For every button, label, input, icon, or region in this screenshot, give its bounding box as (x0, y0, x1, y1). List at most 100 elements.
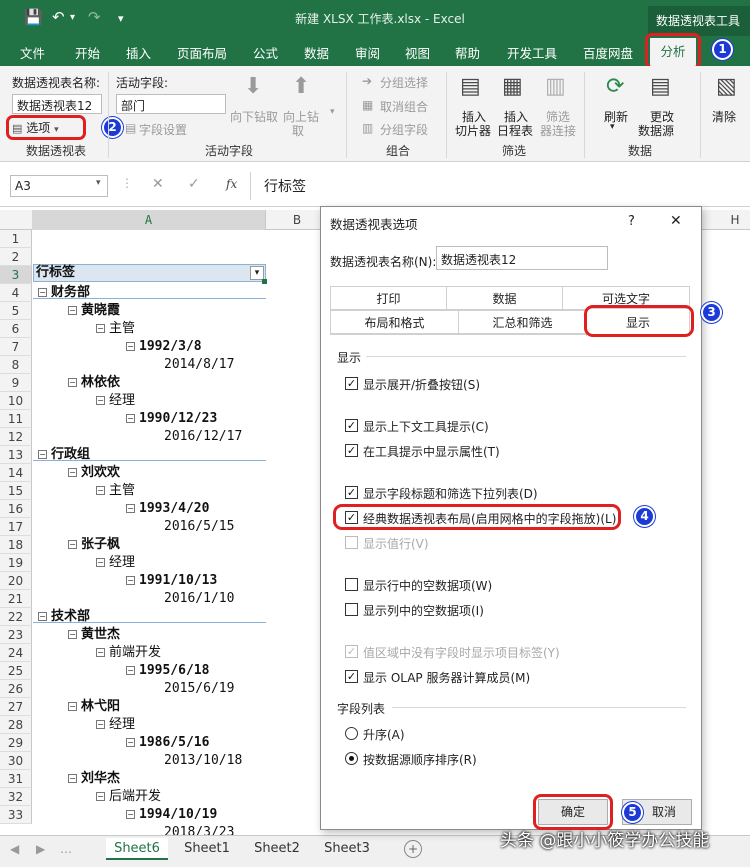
row-header[interactable]: 3 (0, 266, 32, 284)
row-header[interactable]: 25 (0, 662, 32, 680)
collapse-toggle-icon[interactable]: − (38, 612, 47, 621)
group-field-button[interactable]: 分组字段 (380, 121, 428, 138)
ungroup-button[interactable]: 取消组合 (380, 98, 428, 115)
pivot-cell[interactable]: − 主管 (96, 482, 135, 500)
name-box[interactable]: A3 (10, 175, 108, 197)
clear-button[interactable]: 清除 (712, 108, 736, 125)
option-checkbox[interactable]: ✓ (345, 670, 358, 683)
row-header[interactable]: 32 (0, 788, 32, 806)
pivot-cell[interactable]: − 经理 (96, 716, 135, 734)
pivot-cell[interactable]: 2014/8/17 (164, 356, 234, 374)
collapse-toggle-icon[interactable]: − (68, 378, 77, 387)
option-checkbox[interactable]: ✓ (345, 486, 358, 499)
collapse-toggle-icon[interactable]: − (68, 468, 77, 477)
pivot-cell[interactable]: 2016/5/15 (164, 518, 234, 536)
row-header[interactable]: 27 (0, 698, 32, 716)
collapse-field-icon[interactable]: ▾ (330, 107, 335, 117)
collapse-toggle-icon[interactable]: − (126, 810, 135, 819)
row-header[interactable]: 11 (0, 410, 32, 428)
confirm-formula-icon[interactable]: ✓ (188, 176, 200, 192)
row-header[interactable]: 26 (0, 680, 32, 698)
row-header[interactable]: 8 (0, 356, 32, 374)
row-header[interactable]: 9 (0, 374, 32, 392)
pivot-cell[interactable]: −1990/12/23 (126, 410, 217, 428)
collapse-toggle-icon[interactable]: − (38, 450, 47, 459)
row-header[interactable]: 15 (0, 482, 32, 500)
row-header[interactable]: 24 (0, 644, 32, 662)
collapse-toggle-icon[interactable]: − (96, 558, 105, 567)
row-header[interactable]: 14 (0, 464, 32, 482)
row-header[interactable]: 13 (0, 446, 32, 464)
column-header-a[interactable]: A (32, 210, 266, 230)
collapse-toggle-icon[interactable]: − (126, 342, 135, 351)
option-checkbox[interactable]: ✓ (345, 377, 358, 390)
pivot-cell[interactable]: −1993/4/20 (126, 500, 209, 518)
row-header[interactable]: 28 (0, 716, 32, 734)
row-header[interactable]: 7 (0, 338, 32, 356)
row-header[interactable]: 20 (0, 572, 32, 590)
collapse-toggle-icon[interactable]: − (96, 792, 105, 801)
tab-data[interactable]: 数据 (446, 286, 562, 310)
option-checkbox[interactable] (345, 603, 358, 616)
next-sheet-icon[interactable]: ▶ (36, 842, 45, 856)
pivot-cell[interactable]: − 林弋阳 (68, 698, 120, 716)
collapse-toggle-icon[interactable]: − (126, 576, 135, 585)
pivot-cell[interactable]: 2013/10/18 (164, 752, 242, 770)
quick-access-more-icon[interactable]: ▾ (118, 12, 124, 25)
row-header[interactable]: 21 (0, 590, 32, 608)
filter-dropdown-icon[interactable]: ▾ (250, 266, 264, 280)
collapse-toggle-icon[interactable]: − (126, 738, 135, 747)
drill-down-button[interactable]: 向下钻取 (230, 108, 278, 125)
pivot-cell[interactable]: −1991/10/13 (126, 572, 217, 590)
row-header[interactable]: 5 (0, 302, 32, 320)
tab-formulas[interactable]: 公式 (253, 43, 278, 62)
row-header[interactable]: 23 (0, 626, 32, 644)
close-icon[interactable]: ✕ (670, 213, 682, 229)
tab-developer[interactable]: 开发工具 (507, 43, 557, 62)
row-header[interactable]: 6 (0, 320, 32, 338)
field-settings-button[interactable]: 字段设置 (139, 121, 187, 138)
row-header[interactable]: 17 (0, 518, 32, 536)
row-header[interactable]: 22 (0, 608, 32, 626)
undo-icon[interactable]: ↶ (52, 8, 65, 26)
collapse-toggle-icon[interactable]: − (126, 666, 135, 675)
pivot-cell[interactable]: − 刘华杰 (68, 770, 120, 788)
collapse-toggle-icon[interactable]: − (96, 648, 105, 657)
refresh-dropdown-icon[interactable]: ▾ (610, 122, 615, 132)
add-sheet-icon[interactable]: + (404, 840, 422, 858)
row-header[interactable]: 30 (0, 752, 32, 770)
prev-sheet-icon[interactable]: ◀ (10, 842, 19, 856)
row-header[interactable]: 2 (0, 248, 32, 266)
pivot-cell[interactable]: − 主管 (96, 320, 135, 338)
column-header-b[interactable]: B (267, 210, 327, 230)
collapse-toggle-icon[interactable]: − (68, 630, 77, 639)
pivot-cell[interactable]: − 经理 (96, 392, 135, 410)
radio-ascending[interactable] (345, 727, 358, 740)
redo-icon[interactable]: ↷ (88, 8, 101, 26)
pivot-cell[interactable]: − 经理 (96, 554, 135, 572)
sheet-tab-sheet3[interactable]: Sheet3 (316, 838, 378, 860)
name-box-dropdown-icon[interactable]: ▾ (96, 178, 101, 188)
collapse-toggle-icon[interactable]: − (96, 720, 105, 729)
tab-insert[interactable]: 插入 (126, 43, 151, 62)
formula-input[interactable]: 行标签 (264, 176, 306, 196)
pivot-cell[interactable]: − 前端开发 (96, 644, 161, 662)
tab-review[interactable]: 审阅 (355, 43, 380, 62)
pivot-cell[interactable]: − 张子枫 (68, 536, 120, 554)
collapse-toggle-icon[interactable]: − (96, 486, 105, 495)
column-header-h[interactable]: H (725, 210, 745, 230)
tab-home[interactable]: 开始 (75, 43, 100, 62)
sheet-tab-sheet6[interactable]: Sheet6 (106, 838, 168, 860)
group-selection-button[interactable]: 分组选择 (380, 74, 428, 91)
fill-handle[interactable] (262, 279, 267, 284)
pivot-cell[interactable]: −1994/10/19 (126, 806, 217, 824)
pivot-name-input[interactable]: 数据透视表12 (12, 94, 102, 114)
option-checkbox[interactable]: ✓ (345, 645, 358, 658)
tab-help[interactable]: 帮助 (455, 43, 480, 62)
tab-totals-filters[interactable]: 汇总和筛选 (458, 310, 586, 334)
row-header[interactable]: 31 (0, 770, 32, 788)
pivot-cell[interactable]: − 黄晓霞 (68, 302, 120, 320)
radio-source-order[interactable] (345, 752, 358, 765)
tab-baidu-netdisk[interactable]: 百度网盘 (583, 43, 633, 62)
pivot-cell[interactable]: −1992/3/8 (126, 338, 202, 356)
